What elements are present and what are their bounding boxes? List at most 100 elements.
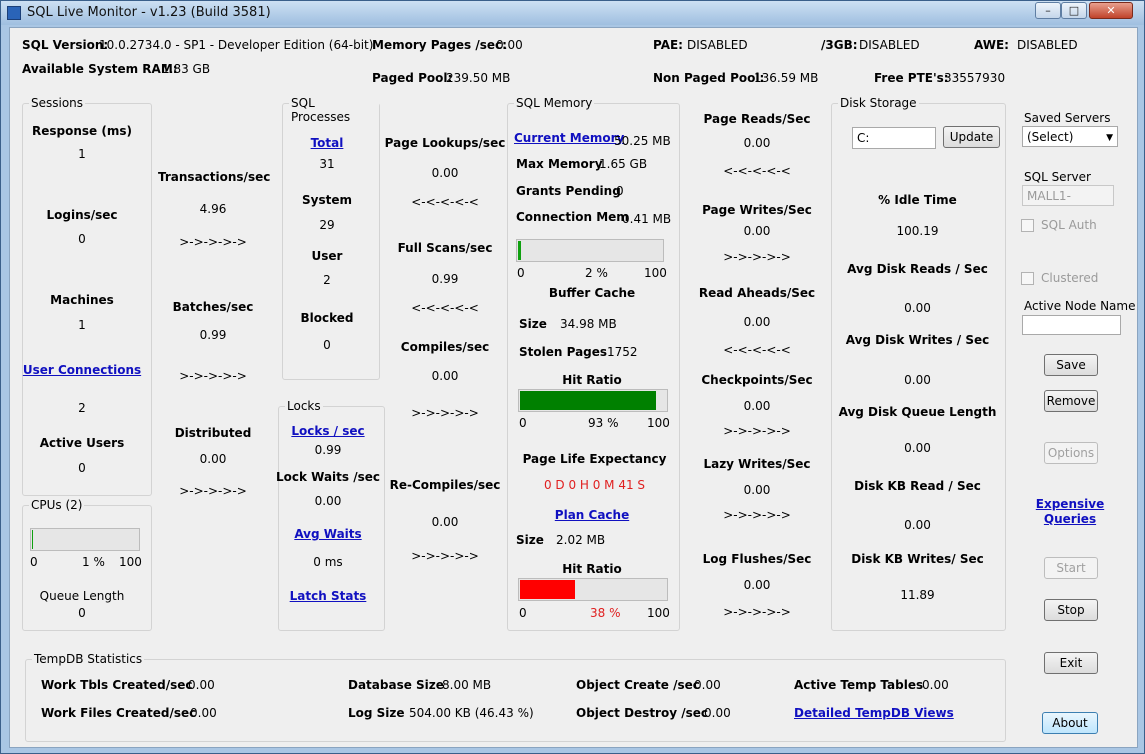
chevron-down-icon: ▼	[1106, 133, 1113, 143]
buffer-size-value: 34.98 MB	[560, 317, 617, 331]
latch-stats-link[interactable]: Latch Stats	[278, 589, 378, 603]
current-memory-link[interactable]: Current Memory	[514, 131, 624, 145]
page-lookups-value: 0.00	[431, 166, 459, 180]
awe-value: DISABLED	[1017, 38, 1078, 52]
full-scans-value: 0.99	[431, 272, 459, 286]
read-aheads-value: 0.00	[743, 315, 771, 329]
locks-title: Locks	[285, 399, 323, 413]
compiles-value: 0.00	[431, 369, 459, 383]
save-button[interactable]: Save	[1044, 354, 1098, 376]
lazy-writes-value: 0.00	[743, 483, 771, 497]
hit-ratio-percent: 93 %	[588, 416, 619, 430]
logins-label: Logins/sec	[46, 208, 118, 222]
cpu-percent: 1 %	[82, 555, 105, 569]
blocked-processes-label: Blocked	[300, 311, 354, 325]
disk-kb-read-label: Disk KB Read / Sec	[854, 479, 981, 493]
recompiles-label: Re-Compiles/sec	[389, 478, 501, 492]
max-memory-value: 1.65 GB	[599, 157, 648, 171]
buffer-hit-ratio-bar	[518, 389, 668, 412]
work-tables-created-value: 0.00	[188, 678, 215, 692]
tempdb-group: TempDB Statistics	[25, 652, 1006, 742]
clustered-checkbox[interactable]	[1021, 272, 1034, 285]
active-node-input[interactable]	[1022, 315, 1121, 335]
object-create-label: Object Create /sec	[576, 678, 700, 692]
buffer-cache-label: Buffer Cache	[548, 286, 636, 300]
full-scans-label: Full Scans/sec	[397, 241, 493, 255]
detailed-tempdb-views-link[interactable]: Detailed TempDB Views	[794, 706, 954, 720]
drive-input[interactable]: C:	[852, 127, 936, 149]
user-processes-label: User	[311, 249, 343, 263]
main-panel: SQL Version: 10.0.2734.0 - SP1 - Develop…	[9, 27, 1138, 748]
nonpaged-pool-label: Non Paged Pool:	[653, 71, 765, 85]
plan-hit-ratio-bar	[518, 578, 668, 601]
log-flushes-value: 0.00	[743, 578, 771, 592]
stop-button[interactable]: Stop	[1044, 599, 1098, 621]
locks-per-sec-link[interactable]: Locks / sec	[278, 424, 378, 438]
cpu-max: 100	[119, 555, 142, 569]
object-create-value: 0.00	[694, 678, 721, 692]
cpu-min: 0	[30, 555, 38, 569]
minimize-icon: –	[1045, 4, 1051, 17]
plan-cache-link[interactable]: Plan Cache	[507, 508, 677, 522]
expensive-queries-link-line2[interactable]: Queries	[1020, 512, 1120, 526]
total-processes-link[interactable]: Total	[282, 136, 372, 150]
work-files-created-value: 0.00	[190, 706, 217, 720]
locks-per-sec-value: 0.99	[314, 443, 342, 457]
start-button[interactable]: Start	[1044, 557, 1098, 579]
about-button[interactable]: About	[1042, 712, 1098, 734]
transactions-arrow: >->->->->	[179, 235, 247, 249]
page-reads-value: 0.00	[743, 136, 771, 150]
user-connections-value: 2	[78, 401, 86, 415]
page-lookups-arrow: <-<-<-<-<	[411, 195, 479, 209]
options-button[interactable]: Options	[1044, 442, 1098, 464]
title-bar: SQL Live Monitor - v1.23 (Build 3581) – …	[1, 1, 1144, 25]
maximize-button[interactable]: □	[1061, 2, 1087, 19]
compiles-label: Compiles/sec	[400, 340, 490, 354]
expensive-queries-link-line1[interactable]: Expensive	[1020, 497, 1120, 511]
system-processes-value: 29	[319, 218, 335, 232]
connection-mem-label: Connection Mem	[516, 210, 629, 224]
full-scans-arrow: <-<-<-<-<	[411, 301, 479, 315]
3gb-value: DISABLED	[859, 38, 920, 52]
avg-disk-queue-label: Avg Disk Queue Length	[838, 405, 997, 419]
page-writes-label: Page Writes/Sec	[702, 203, 812, 217]
sql-server-input[interactable]: MALL1-PC\sql2k8	[1022, 185, 1114, 206]
avg-waits-link[interactable]: Avg Waits	[278, 527, 378, 541]
exit-button[interactable]: Exit	[1044, 652, 1098, 674]
cpus-title: CPUs (2)	[29, 498, 85, 512]
response-label: Response (ms)	[32, 124, 132, 138]
nonpaged-pool-value: 136.59 MB	[754, 71, 819, 85]
minimize-button[interactable]: –	[1035, 2, 1061, 19]
memory-bar-percent: 2 %	[585, 266, 608, 280]
grants-pending-value: 0	[616, 184, 624, 198]
lock-waits-value: 0.00	[314, 494, 342, 508]
recompiles-value: 0.00	[431, 515, 459, 529]
sql-auth-checkbox[interactable]	[1021, 219, 1034, 232]
response-value: 1	[78, 147, 86, 161]
page-reads-arrow: <-<-<-<-<	[723, 164, 791, 178]
page-lookups-label: Page Lookups/sec	[384, 136, 506, 150]
lazy-writes-arrow: >->->->->	[723, 508, 791, 522]
sql-processes-title: SQL Processes	[289, 96, 379, 124]
queue-length-value: 0	[78, 606, 86, 620]
saved-servers-dropdown[interactable]: (Select) ▼	[1022, 126, 1118, 147]
remove-button[interactable]: Remove	[1044, 390, 1098, 412]
user-connections-link[interactable]: User Connections	[22, 363, 142, 377]
avg-disk-reads-value: 0.00	[904, 301, 931, 315]
log-flushes-label: Log Flushes/Sec	[702, 552, 812, 566]
avg-disk-reads-label: Avg Disk Reads / Sec	[847, 262, 988, 276]
update-button[interactable]: Update	[943, 126, 1000, 148]
distributed-value: 0.00	[199, 452, 227, 466]
plan-hit-max: 100	[647, 606, 670, 620]
close-button[interactable]: ✕	[1089, 2, 1133, 19]
hit-ratio-min: 0	[519, 416, 527, 430]
stolen-pages-label: Stolen Pages	[519, 345, 608, 359]
machines-value: 1	[78, 318, 86, 332]
page-life-expectancy-value: 0 D 0 H 0 M 41 S	[543, 478, 646, 492]
cpu-progress-fill	[32, 530, 33, 549]
ram-value: 1.83 GB	[162, 62, 211, 76]
queue-length-label: Queue Length	[39, 589, 125, 603]
buffer-hit-ratio-fill	[520, 391, 656, 410]
max-memory-label: Max Memory	[516, 157, 603, 171]
recompiles-arrow: >->->->->	[411, 549, 479, 563]
